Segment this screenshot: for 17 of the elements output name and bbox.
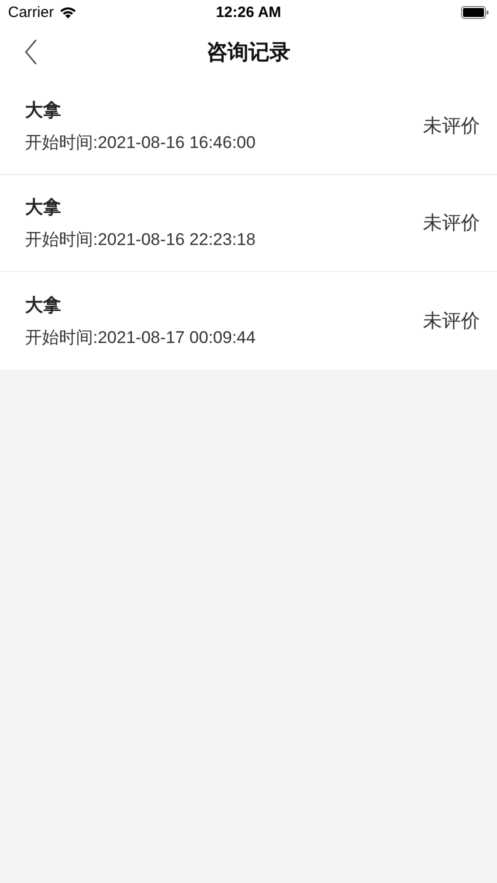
wifi-icon <box>58 6 77 19</box>
consultant-name: 大拿 <box>25 196 62 219</box>
clock-time: 12:26 AM <box>216 4 282 21</box>
consultant-name: 大拿 <box>25 294 62 317</box>
record-row[interactable]: 大拿 开始时间:2021-08-17 00:09:44 未评价 <box>0 272 497 370</box>
carrier-name: Carrier <box>8 4 54 21</box>
start-time: 开始时间:2021-08-16 22:23:18 <box>25 229 257 251</box>
page-title: 咨询记录 <box>206 40 290 66</box>
start-time: 开始时间:2021-08-17 00:09:44 <box>25 327 257 349</box>
consultant-name: 大拿 <box>25 99 62 122</box>
record-row[interactable]: 大拿 开始时间:2021-08-16 22:23:18 未评价 <box>0 175 497 272</box>
start-time: 开始时间:2021-08-16 16:46:00 <box>25 132 257 154</box>
review-status: 未评价 <box>423 212 480 236</box>
review-status: 未评价 <box>423 310 480 334</box>
record-row[interactable]: 大拿 开始时间:2021-08-16 16:46:00 未评价 <box>0 78 497 175</box>
battery-icon <box>461 6 489 19</box>
review-status: 未评价 <box>423 115 480 139</box>
